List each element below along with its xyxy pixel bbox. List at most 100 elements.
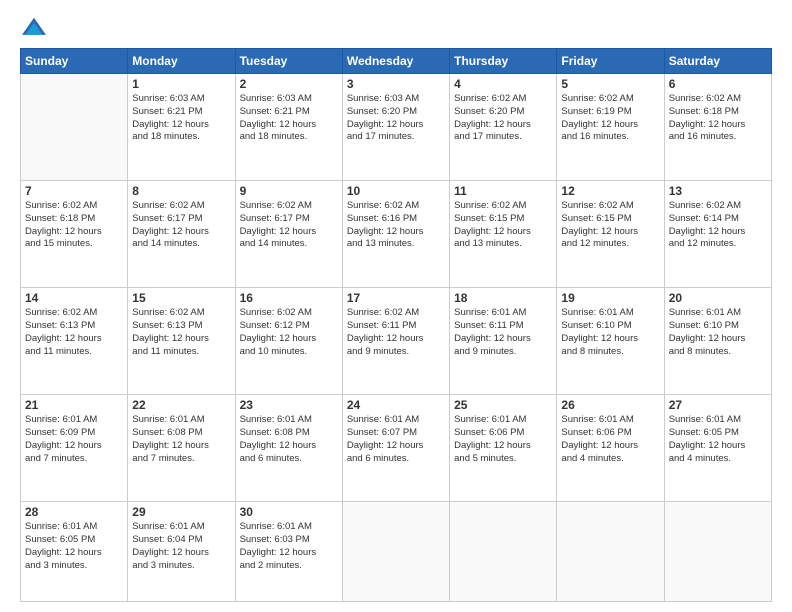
day-info: Sunrise: 6:02 AM Sunset: 6:18 PM Dayligh… — [669, 93, 767, 144]
day-cell: 4 Sunrise: 6:02 AM Sunset: 6:20 PM Daylig… — [450, 74, 557, 181]
day-cell: 24 Sunrise: 6:01 AM Sunset: 6:07 PM Dayli… — [342, 395, 449, 502]
logo — [20, 16, 52, 40]
day-cell: 7 Sunrise: 6:02 AM Sunset: 6:18 PM Daylig… — [21, 181, 128, 288]
day-cell: 10 Sunrise: 6:02 AM Sunset: 6:16 PM Dayli… — [342, 181, 449, 288]
day-cell — [664, 502, 771, 602]
day-info: Sunrise: 6:02 AM Sunset: 6:19 PM Dayligh… — [561, 93, 659, 144]
weekday-saturday: Saturday — [664, 49, 771, 74]
day-info: Sunrise: 6:02 AM Sunset: 6:17 PM Dayligh… — [240, 200, 338, 251]
day-number: 29 — [132, 505, 230, 519]
day-number: 21 — [25, 398, 123, 412]
day-cell: 12 Sunrise: 6:02 AM Sunset: 6:15 PM Dayli… — [557, 181, 664, 288]
day-cell — [450, 502, 557, 602]
day-info: Sunrise: 6:02 AM Sunset: 6:12 PM Dayligh… — [240, 307, 338, 358]
day-cell: 30Sunrise: 6:01 AM Sunset: 6:03 PM Dayli… — [235, 502, 342, 602]
day-number: 2 — [240, 77, 338, 91]
day-cell: 19 Sunrise: 6:01 AM Sunset: 6:10 PM Dayli… — [557, 288, 664, 395]
day-info: Sunrise: 6:01 AM Sunset: 6:06 PM Dayligh… — [454, 414, 552, 465]
day-cell: 21 Sunrise: 6:01 AM Sunset: 6:09 PM Dayli… — [21, 395, 128, 502]
logo-icon — [20, 16, 48, 40]
day-info: Sunrise: 6:02 AM Sunset: 6:20 PM Dayligh… — [454, 93, 552, 144]
weekday-header-row: SundayMondayTuesdayWednesdayThursdayFrid… — [21, 49, 772, 74]
weekday-monday: Monday — [128, 49, 235, 74]
day-info: Sunrise: 6:02 AM Sunset: 6:15 PM Dayligh… — [561, 200, 659, 251]
day-number: 25 — [454, 398, 552, 412]
day-number: 10 — [347, 184, 445, 198]
page: SundayMondayTuesdayWednesdayThursdayFrid… — [0, 0, 792, 612]
day-cell: 23 Sunrise: 6:01 AM Sunset: 6:08 PM Dayli… — [235, 395, 342, 502]
weekday-friday: Friday — [557, 49, 664, 74]
day-info: Sunrise: 6:01 AM Sunset: 6:08 PM Dayligh… — [240, 414, 338, 465]
day-cell: 5Sunrise: 6:02 AM Sunset: 6:19 PM Daylig… — [557, 74, 664, 181]
day-info: Sunrise: 6:01 AM Sunset: 6:08 PM Dayligh… — [132, 414, 230, 465]
day-cell: 14 Sunrise: 6:02 AM Sunset: 6:13 PM Dayli… — [21, 288, 128, 395]
day-info: Sunrise: 6:01 AM Sunset: 6:03 PM Dayligh… — [240, 521, 338, 572]
day-number: 7 — [25, 184, 123, 198]
day-cell — [557, 502, 664, 602]
day-number: 22 — [132, 398, 230, 412]
day-number: 4 — [454, 77, 552, 91]
day-number: 26 — [561, 398, 659, 412]
day-info: Sunrise: 6:02 AM Sunset: 6:17 PM Dayligh… — [132, 200, 230, 251]
day-number: 13 — [669, 184, 767, 198]
day-info: Sunrise: 6:01 AM Sunset: 6:05 PM Dayligh… — [25, 521, 123, 572]
day-cell: 18 Sunrise: 6:01 AM Sunset: 6:11 PM Dayli… — [450, 288, 557, 395]
day-number: 14 — [25, 291, 123, 305]
day-info: Sunrise: 6:02 AM Sunset: 6:13 PM Dayligh… — [25, 307, 123, 358]
day-info: Sunrise: 6:01 AM Sunset: 6:09 PM Dayligh… — [25, 414, 123, 465]
day-info: Sunrise: 6:03 AM Sunset: 6:21 PM Dayligh… — [132, 93, 230, 144]
day-number: 1 — [132, 77, 230, 91]
day-info: Sunrise: 6:01 AM Sunset: 6:11 PM Dayligh… — [454, 307, 552, 358]
week-row-5: 28Sunrise: 6:01 AM Sunset: 6:05 PM Dayli… — [21, 502, 772, 602]
day-info: Sunrise: 6:03 AM Sunset: 6:20 PM Dayligh… — [347, 93, 445, 144]
day-cell: 2 Sunrise: 6:03 AM Sunset: 6:21 PM Daylig… — [235, 74, 342, 181]
week-row-1: 1 Sunrise: 6:03 AM Sunset: 6:21 PM Daylig… — [21, 74, 772, 181]
day-info: Sunrise: 6:02 AM Sunset: 6:11 PM Dayligh… — [347, 307, 445, 358]
day-number: 3 — [347, 77, 445, 91]
day-info: Sunrise: 6:02 AM Sunset: 6:18 PM Dayligh… — [25, 200, 123, 251]
day-cell: 11 Sunrise: 6:02 AM Sunset: 6:15 PM Dayli… — [450, 181, 557, 288]
day-number: 16 — [240, 291, 338, 305]
day-number: 27 — [669, 398, 767, 412]
day-info: Sunrise: 6:02 AM Sunset: 6:15 PM Dayligh… — [454, 200, 552, 251]
weekday-tuesday: Tuesday — [235, 49, 342, 74]
weekday-thursday: Thursday — [450, 49, 557, 74]
day-info: Sunrise: 6:01 AM Sunset: 6:10 PM Dayligh… — [561, 307, 659, 358]
calendar-table: SundayMondayTuesdayWednesdayThursdayFrid… — [20, 48, 772, 602]
day-number: 18 — [454, 291, 552, 305]
header — [20, 16, 772, 40]
day-info: Sunrise: 6:01 AM Sunset: 6:06 PM Dayligh… — [561, 414, 659, 465]
day-info: Sunrise: 6:01 AM Sunset: 6:07 PM Dayligh… — [347, 414, 445, 465]
week-row-3: 14 Sunrise: 6:02 AM Sunset: 6:13 PM Dayli… — [21, 288, 772, 395]
day-cell: 3 Sunrise: 6:03 AM Sunset: 6:20 PM Daylig… — [342, 74, 449, 181]
day-number: 17 — [347, 291, 445, 305]
day-cell: 15Sunrise: 6:02 AM Sunset: 6:13 PM Dayli… — [128, 288, 235, 395]
day-info: Sunrise: 6:03 AM Sunset: 6:21 PM Dayligh… — [240, 93, 338, 144]
day-number: 11 — [454, 184, 552, 198]
week-row-4: 21 Sunrise: 6:01 AM Sunset: 6:09 PM Dayli… — [21, 395, 772, 502]
day-cell: 26 Sunrise: 6:01 AM Sunset: 6:06 PM Dayli… — [557, 395, 664, 502]
day-cell: 1 Sunrise: 6:03 AM Sunset: 6:21 PM Daylig… — [128, 74, 235, 181]
day-cell: 29 Sunrise: 6:01 AM Sunset: 6:04 PM Dayli… — [128, 502, 235, 602]
day-cell: 6Sunrise: 6:02 AM Sunset: 6:18 PM Daylig… — [664, 74, 771, 181]
day-number: 9 — [240, 184, 338, 198]
weekday-wednesday: Wednesday — [342, 49, 449, 74]
day-info: Sunrise: 6:01 AM Sunset: 6:10 PM Dayligh… — [669, 307, 767, 358]
day-info: Sunrise: 6:01 AM Sunset: 6:05 PM Dayligh… — [669, 414, 767, 465]
day-info: Sunrise: 6:02 AM Sunset: 6:16 PM Dayligh… — [347, 200, 445, 251]
day-cell: 28Sunrise: 6:01 AM Sunset: 6:05 PM Dayli… — [21, 502, 128, 602]
day-cell: 20Sunrise: 6:01 AM Sunset: 6:10 PM Dayli… — [664, 288, 771, 395]
day-info: Sunrise: 6:01 AM Sunset: 6:04 PM Dayligh… — [132, 521, 230, 572]
day-number: 19 — [561, 291, 659, 305]
day-number: 8 — [132, 184, 230, 198]
day-cell: 13Sunrise: 6:02 AM Sunset: 6:14 PM Dayli… — [664, 181, 771, 288]
week-row-2: 7 Sunrise: 6:02 AM Sunset: 6:18 PM Daylig… — [21, 181, 772, 288]
day-number: 12 — [561, 184, 659, 198]
day-cell: 27 Sunrise: 6:01 AM Sunset: 6:05 PM Dayli… — [664, 395, 771, 502]
day-cell: 17 Sunrise: 6:02 AM Sunset: 6:11 PM Dayli… — [342, 288, 449, 395]
day-cell — [342, 502, 449, 602]
day-number: 23 — [240, 398, 338, 412]
day-number: 24 — [347, 398, 445, 412]
day-number: 15 — [132, 291, 230, 305]
day-cell: 8 Sunrise: 6:02 AM Sunset: 6:17 PM Daylig… — [128, 181, 235, 288]
